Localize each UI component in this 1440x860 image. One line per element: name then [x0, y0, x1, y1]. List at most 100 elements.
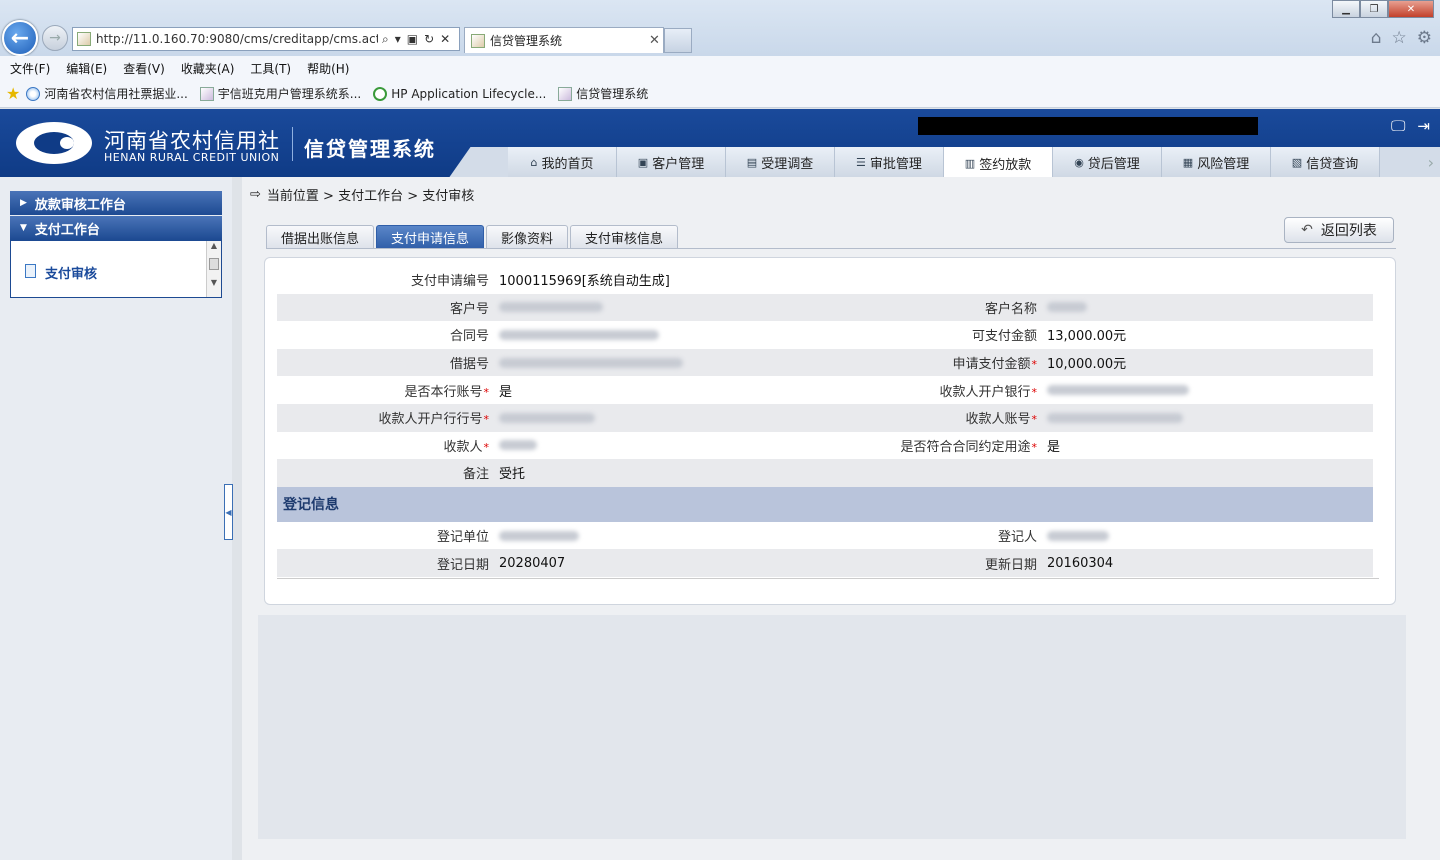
- nav-label: 风险管理: [1197, 156, 1250, 172]
- field-label: 收款人账号*: [825, 408, 1037, 427]
- menu-bar: 文件(F) 编辑(E) 查看(V) 收藏夹(A) 工具(T) 帮助(H): [0, 56, 1440, 80]
- favorite-link[interactable]: 信贷管理系统: [558, 85, 648, 102]
- sidebar-collapse-handle[interactable]: ◀: [224, 484, 233, 540]
- browser-titlebar: ▁ ❐ ✕ ← → http://11.0.160.70:9080/cms/cr…: [0, 0, 1440, 56]
- stop-icon[interactable]: ✕: [440, 32, 450, 47]
- field-label: 是否符合合同约定用途*: [825, 436, 1037, 455]
- address-bar[interactable]: http://11.0.160.70:9080/cms/creditapp/cm…: [72, 27, 460, 51]
- nav-next-icon[interactable]: ›: [1428, 153, 1434, 172]
- menu-view[interactable]: 查看(V): [123, 60, 165, 77]
- browser-tab[interactable]: 信贷管理系统 ✕: [464, 27, 664, 53]
- home-icon[interactable]: ⌂: [1371, 28, 1382, 48]
- nav-home[interactable]: ⌂ 我的首页: [508, 147, 617, 177]
- menu-edit[interactable]: 编辑(E): [66, 60, 107, 77]
- nav-approval[interactable]: ☰ 审批管理: [835, 147, 944, 177]
- return-list-button[interactable]: ↶ 返回列表: [1284, 217, 1394, 243]
- sidebar-group-loan-review[interactable]: ▶ 放款审核工作台: [10, 191, 222, 215]
- new-tab-button[interactable]: [664, 28, 692, 53]
- sidebar-scrollbar[interactable]: ▲ ▼: [206, 241, 221, 297]
- nav-signing[interactable]: ▥ 签约放款: [944, 147, 1053, 177]
- nav-label: 我的首页: [541, 156, 594, 172]
- scroll-thumb[interactable]: [209, 258, 219, 270]
- redacted-value: [1047, 530, 1109, 541]
- document-icon: [25, 264, 36, 278]
- minimize-icon[interactable]: ▁: [1332, 0, 1360, 18]
- field-label: 备注: [462, 467, 489, 483]
- sidebar-item-payment-review[interactable]: 支付审核: [45, 263, 97, 282]
- menu-favorites[interactable]: 收藏夹(A): [181, 60, 235, 77]
- forward-arrow-icon[interactable]: →: [42, 25, 68, 51]
- menu-help[interactable]: 帮助(H): [307, 60, 349, 77]
- form-row: 备注 受托: [277, 459, 1373, 487]
- form-row: 支付申请编号 1000115969[系统自动生成]: [277, 266, 1373, 294]
- field-label: 收款人开户银行*: [825, 381, 1037, 400]
- nav-risk[interactable]: ▦ 风险管理: [1162, 147, 1271, 177]
- tab-image-files[interactable]: 影像资料: [486, 225, 569, 249]
- tab-underline: [266, 248, 1396, 249]
- location-icon: ⇨: [250, 187, 261, 202]
- compat-view-icon[interactable]: ▣: [407, 32, 418, 47]
- monitor-icon[interactable]: 🖵: [1391, 117, 1405, 135]
- query-icon: ▧: [1291, 155, 1303, 169]
- main-nav: ⌂ 我的首页 ▣ 客户管理 ▤ 受理调查 ☰ 审批管理 ▥ 签约放款 ◉ 贷后管理 ▦ 风险管…: [508, 147, 1380, 177]
- nav-query[interactable]: ▧ 信贷查询: [1271, 147, 1380, 177]
- nav-label: 客户管理: [652, 156, 705, 172]
- required-marker: *: [483, 413, 490, 427]
- tab-close-icon[interactable]: ✕: [649, 33, 663, 48]
- apply-amount-value: 10,000.00元: [1047, 357, 1127, 373]
- form-row: 收款人开户行行号* 收款人账号*: [277, 403, 1373, 432]
- refresh-icon[interactable]: ↻: [424, 32, 434, 47]
- field-label: 收款人开户行行号*: [277, 408, 489, 427]
- logout-icon[interactable]: ⇥: [1417, 117, 1430, 135]
- favorite-link[interactable]: 河南省农村信用社票据业...: [26, 85, 188, 102]
- scroll-down-icon[interactable]: ▼: [207, 278, 221, 287]
- reg-date-value: 20280407: [499, 555, 566, 571]
- hp-refresh-icon: [373, 86, 388, 101]
- tab-payment-application[interactable]: 支付申请信息: [376, 225, 485, 249]
- favorites-star-icon[interactable]: ☆: [1392, 28, 1407, 48]
- nav-label: 信贷查询: [1306, 156, 1359, 172]
- favorite-link[interactable]: 宇信班克用户管理系统系...: [199, 85, 361, 102]
- nav-survey[interactable]: ▤ 受理调查: [726, 147, 835, 177]
- url-text[interactable]: http://11.0.160.70:9080/cms/creditapp/cm…: [96, 32, 378, 46]
- scroll-up-icon[interactable]: ▲: [207, 241, 221, 250]
- maximize-icon[interactable]: ❐: [1360, 0, 1388, 18]
- nav-postloan[interactable]: ◉ 贷后管理: [1053, 147, 1162, 177]
- purpose-value: 是: [1047, 439, 1061, 455]
- nav-label: 贷后管理: [1087, 156, 1140, 172]
- breadcrumb: ⇨ 当前位置 > 支付工作台 > 支付审核: [250, 185, 474, 204]
- field-label: 收款人*: [277, 436, 489, 455]
- favorite-label: HP Application Lifecycle...: [391, 86, 547, 101]
- tab-loan-disbursement[interactable]: 借据出账信息: [266, 225, 375, 249]
- nav-customer[interactable]: ▣ 客户管理: [617, 147, 726, 177]
- settings-gear-icon[interactable]: ⚙: [1417, 28, 1432, 48]
- favorites-star-icon[interactable]: ★: [6, 84, 20, 103]
- favorite-label: 信贷管理系统: [576, 87, 649, 101]
- nav-label: 签约放款: [979, 157, 1032, 173]
- redacted-value: [499, 530, 579, 541]
- required-marker: *: [1031, 385, 1038, 399]
- required-marker: *: [483, 440, 490, 454]
- form-row: 登记日期 20280407 更新日期 20160304: [277, 549, 1373, 577]
- nav-label: 审批管理: [869, 156, 922, 172]
- redacted-value: [499, 412, 595, 423]
- required-marker: *: [1031, 413, 1038, 427]
- close-icon[interactable]: ✕: [1388, 0, 1434, 18]
- menu-tools[interactable]: 工具(T): [250, 60, 291, 77]
- sidebar-group-payment[interactable]: ▼ 支付工作台: [10, 216, 222, 240]
- favorite-link[interactable]: HP Application Lifecycle...: [373, 86, 547, 101]
- page-icon: [558, 86, 573, 101]
- tab-payment-review[interactable]: 支付审核信息: [570, 225, 679, 249]
- field-label: 登记单位: [436, 530, 489, 546]
- dropdown-icon[interactable]: ▾: [395, 32, 401, 47]
- menu-file[interactable]: 文件(F): [10, 60, 50, 77]
- browser-toolbar-icons: ⌂ ☆ ⚙: [1371, 28, 1432, 48]
- risk-icon: ▦: [1182, 155, 1194, 169]
- field-label-text: 收款人开户行行号: [378, 412, 483, 428]
- field-label-text: 是否符合合同约定用途: [900, 439, 1031, 455]
- return-arrow-icon: ↶: [1301, 222, 1313, 238]
- ie-page-icon: [26, 86, 41, 101]
- search-icon[interactable]: ⌕: [382, 32, 389, 47]
- redacted-value: [499, 440, 537, 451]
- back-arrow-icon[interactable]: ←: [2, 20, 38, 56]
